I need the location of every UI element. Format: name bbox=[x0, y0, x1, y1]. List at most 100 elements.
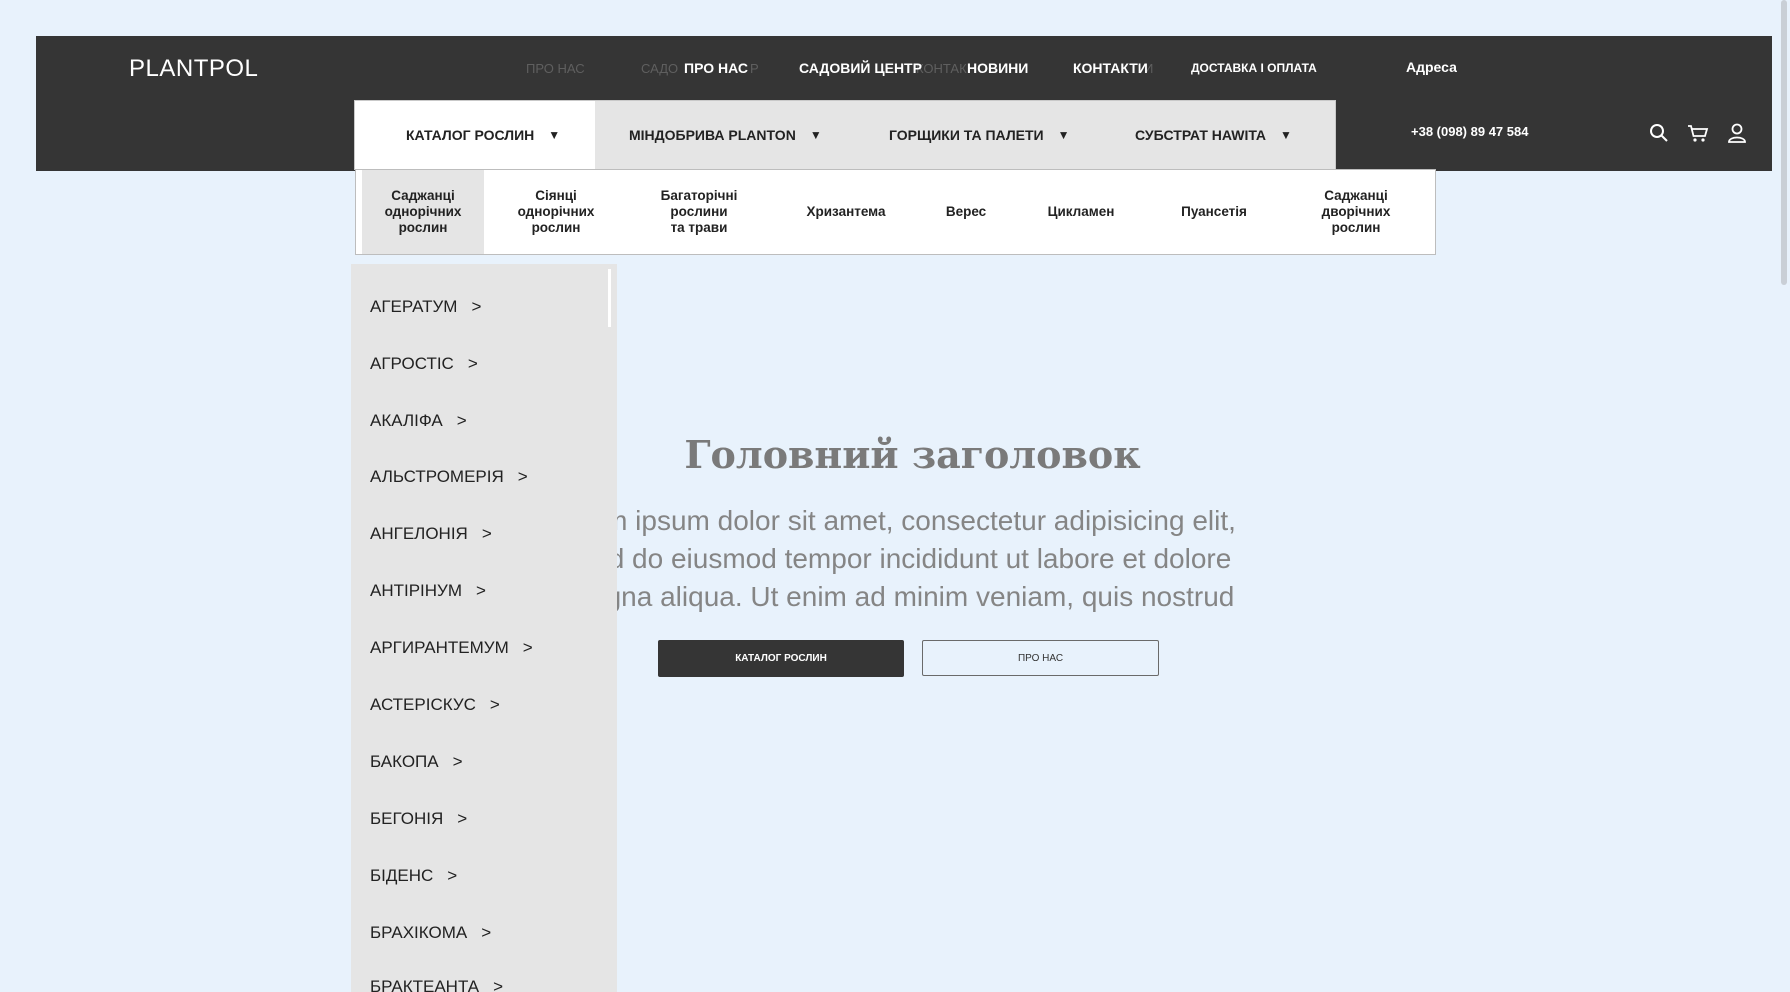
tab-substrate[interactable]: СУБСТРАТ HAWITA ▼ bbox=[1135, 101, 1292, 169]
plant-list-item[interactable]: БРАХІКОМА > bbox=[370, 923, 491, 943]
category-bar: КАТАЛОГ РОСЛИН ▼ МІНДОБРИВА PLANTON ▼ ГО… bbox=[354, 100, 1336, 170]
nav-news[interactable]: НОВИНИ bbox=[967, 60, 1028, 76]
plant-name: БАКОПА bbox=[370, 752, 439, 771]
plant-list-dropdown: АГЕРАТУМ > АГРОСТІС > АКАЛІФА > АЛЬСТРОМЕРІ… bbox=[351, 264, 617, 992]
ghost-nav-text: ПРО НАС bbox=[526, 61, 585, 76]
search-icon[interactable] bbox=[1648, 122, 1670, 144]
plant-list-item[interactable]: БІДЕНС > bbox=[370, 866, 457, 886]
user-icon[interactable] bbox=[1726, 122, 1748, 144]
subcategory-perennials[interactable]: Багаторічні рослини та трави bbox=[639, 170, 759, 254]
plant-name: АКАЛІФА bbox=[370, 411, 443, 430]
plant-list-item[interactable]: АКАЛІФА > bbox=[370, 411, 467, 431]
chevron-right-icon: > bbox=[522, 638, 533, 657]
chevron-right-icon: > bbox=[481, 923, 492, 942]
plant-list-item[interactable]: БАКОПА > bbox=[370, 752, 463, 772]
plant-name: АГЕРАТУМ bbox=[370, 297, 458, 316]
phone-number[interactable]: +38 (098) 89 47 584 bbox=[1411, 124, 1528, 139]
nav-garden-center[interactable]: САДОВИЙ ЦЕНТР bbox=[799, 60, 922, 76]
subcategory-label-line: Сіянці bbox=[535, 188, 577, 203]
chevron-right-icon: > bbox=[457, 809, 468, 828]
plant-list-item[interactable]: БРАКТЕАНТА > bbox=[370, 977, 503, 992]
nav-contacts[interactable]: КОНТАКТИ bbox=[1073, 60, 1148, 76]
chevron-right-icon: > bbox=[467, 354, 478, 373]
subcategory-bar: Саджанці однорічних рослин Сіянці однорічни… bbox=[355, 169, 1436, 255]
address-link[interactable]: Адреса bbox=[1406, 59, 1457, 75]
tab-label: ГОРЩИКИ ТА ПАЛЕТИ bbox=[889, 127, 1044, 143]
plant-list-item[interactable]: АРГИРАНТЕМУМ > bbox=[370, 638, 533, 658]
chevron-right-icon: > bbox=[452, 752, 463, 771]
subcategory-label-line: Хризантема bbox=[806, 204, 886, 219]
plant-list-item[interactable]: АНТІРІНУМ > bbox=[370, 581, 486, 601]
tab-fertilizers[interactable]: МІНДОБРИВА PLANTON ▼ bbox=[629, 101, 822, 169]
chevron-right-icon: > bbox=[517, 467, 528, 486]
subcategory-cyclamen[interactable]: Цикламен bbox=[1031, 170, 1131, 254]
subcategory-label-line: Цикламен bbox=[1047, 204, 1115, 219]
plant-name: АНТІРІНУМ bbox=[370, 581, 463, 600]
subcategory-annual-sprouts[interactable]: Сіянці однорічних рослин bbox=[496, 170, 616, 254]
subcategory-label-line: рослин bbox=[531, 220, 581, 235]
tab-plant-catalog[interactable]: КАТАЛОГ РОСЛИН ▼ bbox=[355, 101, 595, 169]
caret-down-icon: ▼ bbox=[1057, 128, 1070, 142]
chevron-right-icon: > bbox=[471, 297, 482, 316]
nav-delivery[interactable]: ДОСТАВКА І ОПЛАТА bbox=[1191, 61, 1317, 75]
about-button[interactable]: ПРО НАС bbox=[922, 640, 1159, 676]
hero-text-line: gna aliqua. Ut enim ad minim veniam, qui… bbox=[605, 581, 1235, 612]
ghost-nav-text: Р bbox=[750, 61, 759, 76]
plant-list-scrollbar[interactable] bbox=[608, 269, 611, 327]
nav-about[interactable]: ПРО НАС bbox=[684, 60, 748, 76]
chevron-right-icon: > bbox=[493, 977, 504, 992]
plant-name: БРАХІКОМА bbox=[370, 923, 468, 942]
tab-label: КАТАЛОГ РОСЛИН bbox=[406, 127, 535, 143]
subcategory-label-line: Пуансетія bbox=[1181, 204, 1247, 219]
hero-text-line: d do eiusmod tempor incididunt ut labore… bbox=[608, 543, 1232, 574]
plant-list-item[interactable]: АГЕРАТУМ > bbox=[370, 297, 481, 317]
subcategory-label-line: Саджанці bbox=[1324, 188, 1388, 203]
subcategory-chrysanthemum[interactable]: Хризантема bbox=[796, 170, 896, 254]
tab-label: МІНДОБРИВА PLANTON bbox=[629, 127, 796, 143]
plant-name: АГРОСТІС bbox=[370, 354, 454, 373]
plant-list-item[interactable]: АГРОСТІС > bbox=[370, 354, 478, 374]
catalog-button[interactable]: КАТАЛОГ РОСЛИН bbox=[658, 640, 904, 677]
subcategory-label-line: однорічних bbox=[384, 204, 462, 219]
subcategory-label-line: Саджанці bbox=[391, 188, 455, 203]
subcategory-heather[interactable]: Верес bbox=[921, 170, 1011, 254]
cart-icon[interactable] bbox=[1687, 122, 1709, 144]
caret-down-icon: ▼ bbox=[1279, 128, 1292, 142]
plant-name: АЛЬСТРОМЕРІЯ bbox=[370, 467, 504, 486]
subcategory-label-line: однорічних bbox=[517, 204, 595, 219]
plant-name: БРАКТЕАНТА bbox=[370, 977, 480, 992]
plant-name: АСТЕРІСКУС bbox=[370, 695, 476, 714]
hero-text-line: m ipsum dolor sit amet, consectetur adip… bbox=[604, 505, 1236, 536]
plant-list-item[interactable]: АЛЬСТРОМЕРІЯ > bbox=[370, 467, 528, 487]
plant-list-item[interactable]: АНГЕЛОНІЯ > bbox=[370, 524, 492, 544]
subcategory-annual-seedlings[interactable]: Саджанці однорічних рослин bbox=[362, 170, 484, 254]
subcategory-label-line: рослин bbox=[398, 220, 448, 235]
subcategory-label-line: рослини bbox=[670, 204, 728, 219]
ghost-nav-text: САДО bbox=[641, 61, 679, 76]
subcategory-label-line: Верес bbox=[945, 204, 987, 219]
plant-name: АНГЕЛОНІЯ bbox=[370, 524, 468, 543]
page-scrollbar[interactable] bbox=[1781, 0, 1787, 285]
chevron-right-icon: > bbox=[447, 866, 458, 885]
subcategory-label-line: Багаторічні bbox=[660, 188, 738, 203]
chevron-right-icon: > bbox=[476, 581, 486, 600]
chevron-right-icon: > bbox=[456, 411, 467, 430]
subcategory-poinsettia[interactable]: Пуансетія bbox=[1159, 170, 1269, 254]
plant-list-item[interactable]: БЕГОНІЯ > bbox=[370, 809, 467, 829]
plant-name: БІДЕНС bbox=[370, 866, 434, 885]
caret-down-icon: ▼ bbox=[809, 128, 822, 142]
plant-name: БЕГОНІЯ bbox=[370, 809, 444, 828]
caret-down-icon: ▼ bbox=[548, 128, 561, 142]
hero-text: m ipsum dolor sit amet, consectetur adip… bbox=[600, 502, 1240, 616]
chevron-right-icon: > bbox=[489, 695, 500, 714]
plant-list-item[interactable]: АСТЕРІСКУС > bbox=[370, 695, 500, 715]
ghost-nav-text: КОНТАК bbox=[916, 61, 967, 76]
subcategory-label-line: та трави bbox=[670, 220, 728, 235]
tab-label: СУБСТРАТ HAWITA bbox=[1135, 127, 1266, 143]
subcategory-biennial-seedlings[interactable]: Саджанці дворічних рослин bbox=[1296, 170, 1416, 254]
site-logo[interactable]: PLANTPOL bbox=[129, 55, 258, 83]
subcategory-label-line: рослин bbox=[1331, 220, 1381, 235]
tab-pots-pallets[interactable]: ГОРЩИКИ ТА ПАЛЕТИ ▼ bbox=[889, 101, 1070, 169]
plant-name: АРГИРАНТЕМУМ bbox=[370, 638, 509, 657]
subcategory-label-line: дворічних bbox=[1321, 204, 1391, 219]
